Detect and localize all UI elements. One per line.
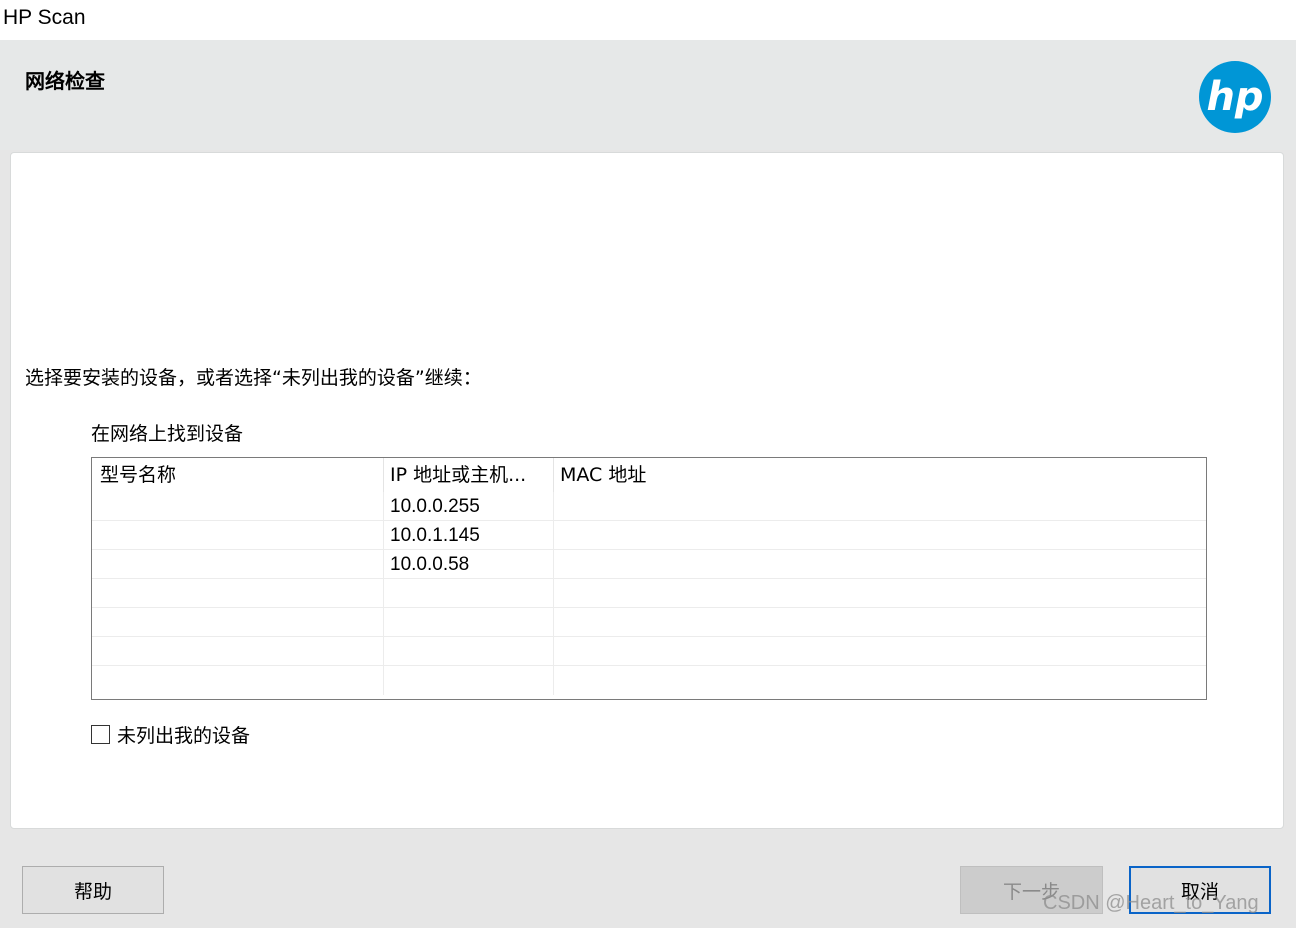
table-row[interactable]: 10.0.0.255: [92, 492, 1206, 521]
content-panel: 选择要安装的设备，或者选择“未列出我的设备”继续： 在网络上找到设备 型号名称 …: [10, 152, 1284, 829]
table-row: [92, 637, 1206, 666]
model-cell: [92, 579, 383, 608]
mac-cell: [553, 637, 1206, 666]
table-row[interactable]: 10.0.0.58: [92, 550, 1206, 579]
ip-cell: 10.0.1.145: [383, 521, 553, 550]
model-cell: [92, 637, 383, 666]
table-row: [92, 579, 1206, 608]
ip-cell: 10.0.0.58: [383, 550, 553, 579]
mac-cell: [553, 492, 1206, 521]
ip-cell: [383, 579, 553, 608]
device-table[interactable]: 型号名称 IP 地址或主机... MAC 地址 10.0.0.255 10.0.…: [91, 457, 1207, 700]
window-title: HP Scan: [3, 6, 86, 29]
table-row: [92, 666, 1206, 695]
column-header-ip[interactable]: IP 地址或主机...: [383, 458, 553, 492]
ip-cell: 10.0.0.255: [383, 492, 553, 521]
model-cell: [92, 608, 383, 637]
cancel-button[interactable]: 取消: [1129, 866, 1271, 914]
page-title: 网络检查: [25, 69, 105, 93]
ip-cell: [383, 608, 553, 637]
hp-logo-text: hp: [1206, 74, 1263, 120]
not-listed-checkbox-row[interactable]: 未列出我的设备: [91, 721, 250, 747]
mac-cell: [553, 579, 1206, 608]
model-cell: [92, 521, 383, 550]
not-listed-checkbox[interactable]: [91, 724, 110, 744]
help-button[interactable]: 帮助: [22, 866, 164, 914]
found-devices-label: 在网络上找到设备: [91, 423, 244, 445]
instruction-text: 选择要安装的设备，或者选择“未列出我的设备”继续：: [25, 367, 482, 389]
table-row: [92, 608, 1206, 637]
page-header: 网络检查 hp: [0, 40, 1296, 150]
model-cell: [92, 666, 383, 695]
mac-cell: [553, 550, 1206, 579]
model-cell: [92, 492, 383, 521]
next-button[interactable]: 下一步: [960, 866, 1103, 914]
title-bar: HP Scan: [0, 0, 1296, 40]
mac-cell: [553, 666, 1206, 695]
table-row[interactable]: 10.0.1.145: [92, 521, 1206, 550]
not-listed-checkbox-label[interactable]: 未列出我的设备: [117, 721, 250, 748]
ip-cell: [383, 666, 553, 695]
ip-cell: [383, 637, 553, 666]
mac-cell: [553, 521, 1206, 550]
column-header-model[interactable]: 型号名称: [92, 458, 383, 492]
column-header-mac[interactable]: MAC 地址: [553, 458, 1203, 492]
model-cell: [92, 550, 383, 579]
mac-cell: [553, 608, 1206, 637]
hp-logo-icon: hp: [1199, 61, 1271, 133]
